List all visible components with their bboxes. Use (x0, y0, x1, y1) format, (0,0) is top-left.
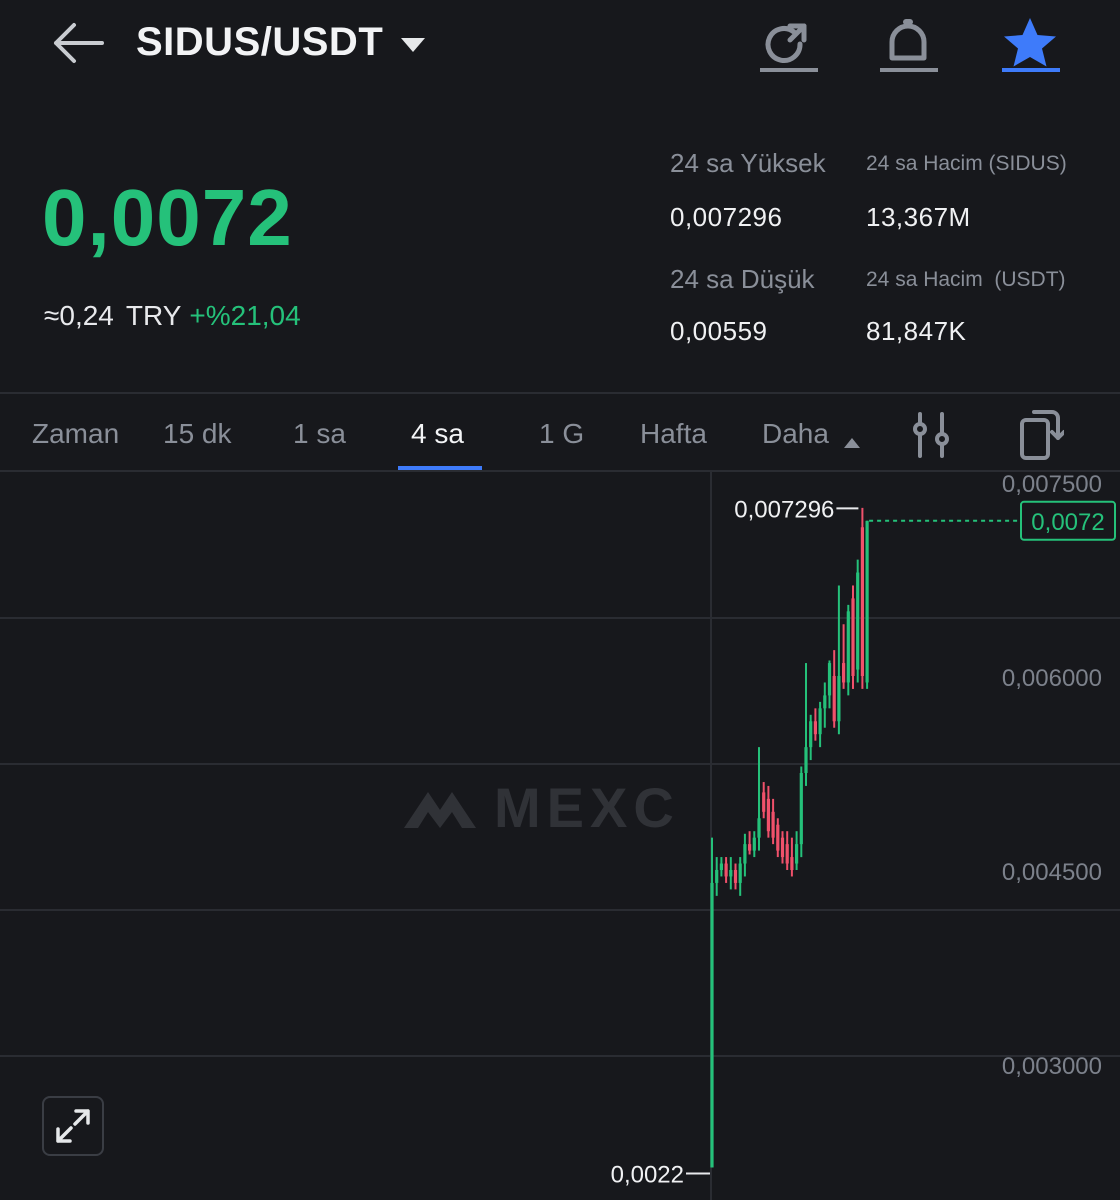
pair-selector[interactable]: SIDUS/USDT (136, 20, 426, 65)
candle-body (780, 837, 785, 858)
candle-body (776, 824, 780, 851)
y-tick-label: 0,004500 (1002, 859, 1102, 886)
tab-more[interactable]: Daha (762, 418, 829, 450)
tab-1h[interactable]: 1 sa (293, 418, 346, 450)
low-marker-label: 0,0022 (611, 1161, 684, 1188)
share-refresh-icon[interactable] (756, 14, 820, 78)
indicator-settings-icon[interactable] (910, 410, 954, 460)
candlestick-chart[interactable]: MEXC 0,007500 0,006000 0,004500 0,003000 0,… (0, 472, 1120, 1200)
interval-tabs: Zaman 15 dk 1 sa 4 sa 1 G Hafta Daha (0, 396, 1120, 472)
candle-body (860, 527, 864, 676)
candle-body (715, 870, 719, 883)
candle-body (743, 844, 747, 864)
last-price: 0,0072 (42, 173, 293, 262)
candle-body (856, 572, 860, 670)
high-marker-label: 0,007296 (734, 496, 834, 523)
candle-body (738, 863, 742, 883)
candle-body (804, 747, 808, 773)
tab-15m[interactable]: 15 dk (163, 418, 232, 450)
bell-icon[interactable] (876, 14, 940, 78)
candle-body (818, 708, 822, 735)
candle-body (842, 663, 846, 683)
candle-body (719, 863, 723, 870)
chevron-up-icon (844, 438, 860, 448)
candle-body (757, 818, 761, 838)
rotate-screen-icon[interactable] (1018, 408, 1066, 462)
candle-body (790, 857, 794, 870)
y-axis: 0,007500 0,006000 0,004500 0,003000 (1002, 472, 1102, 1080)
candle-body (799, 773, 803, 845)
y-tick-label: 0,006000 (1002, 665, 1102, 692)
candle-body (729, 870, 733, 877)
candle-body (771, 811, 775, 838)
candle-body (724, 863, 728, 877)
pair-label: SIDUS/USDT (136, 20, 384, 64)
top-bar: SIDUS/USDT (0, 0, 1120, 100)
candle-body (762, 792, 766, 812)
volume-quote-value: 81,847K (866, 316, 967, 346)
tab-time[interactable]: Zaman (32, 418, 119, 450)
high-label: 24 sa Yüksek (670, 148, 826, 178)
fiat-approx: ≈0,24 (44, 300, 114, 331)
candle-body (752, 837, 756, 851)
candle-body (795, 844, 799, 864)
chevron-down-icon (401, 37, 426, 52)
candle-body (809, 721, 813, 748)
last-price-tag-label: 0,0072 (1031, 509, 1104, 536)
candle-body (865, 520, 869, 683)
candle-body (813, 721, 817, 735)
candle-body (748, 844, 752, 851)
low-value: 0,00559 (670, 316, 768, 346)
mexc-logo-icon (404, 792, 476, 828)
change-percent: +%21,04 (189, 300, 301, 331)
fullscreen-button[interactable] (42, 1096, 104, 1156)
candle-body (851, 598, 855, 676)
price-subline: ≈0,24 TRY +%21,04 (44, 300, 301, 332)
volume-base-value: 13,367M (866, 202, 971, 232)
candle-body (832, 676, 836, 722)
expand-icon (56, 1109, 90, 1143)
star-icon[interactable] (998, 14, 1062, 78)
tab-1d[interactable]: 1 G (539, 418, 584, 450)
candle-body (710, 882, 714, 1168)
tab-week[interactable]: Hafta (640, 418, 707, 450)
back-arrow-icon[interactable] (48, 18, 108, 68)
volume-base-label: 24 sa Hacim (SIDUS) (866, 152, 1067, 175)
low-label: 24 sa Düşük (670, 264, 815, 294)
tab-4h[interactable]: 4 sa (411, 418, 464, 450)
candle-body (837, 676, 841, 722)
candle-body (846, 611, 850, 683)
high-value: 0,007296 (670, 202, 783, 232)
watermark: MEXC (404, 776, 680, 839)
candles (710, 507, 869, 1168)
candle-body (785, 844, 789, 864)
candle-body (766, 798, 770, 832)
candle-body (823, 695, 827, 709)
volume-quote-label: 24 sa Hacim (USDT) (866, 268, 1066, 291)
candle-body (827, 663, 832, 696)
candle-body (733, 870, 738, 883)
watermark-text: MEXC (494, 776, 680, 839)
y-tick-label: 0,007500 (1002, 472, 1102, 498)
y-tick-label: 0,003000 (1002, 1053, 1102, 1080)
divider (0, 392, 1120, 394)
fiat-currency: TRY (125, 300, 182, 331)
